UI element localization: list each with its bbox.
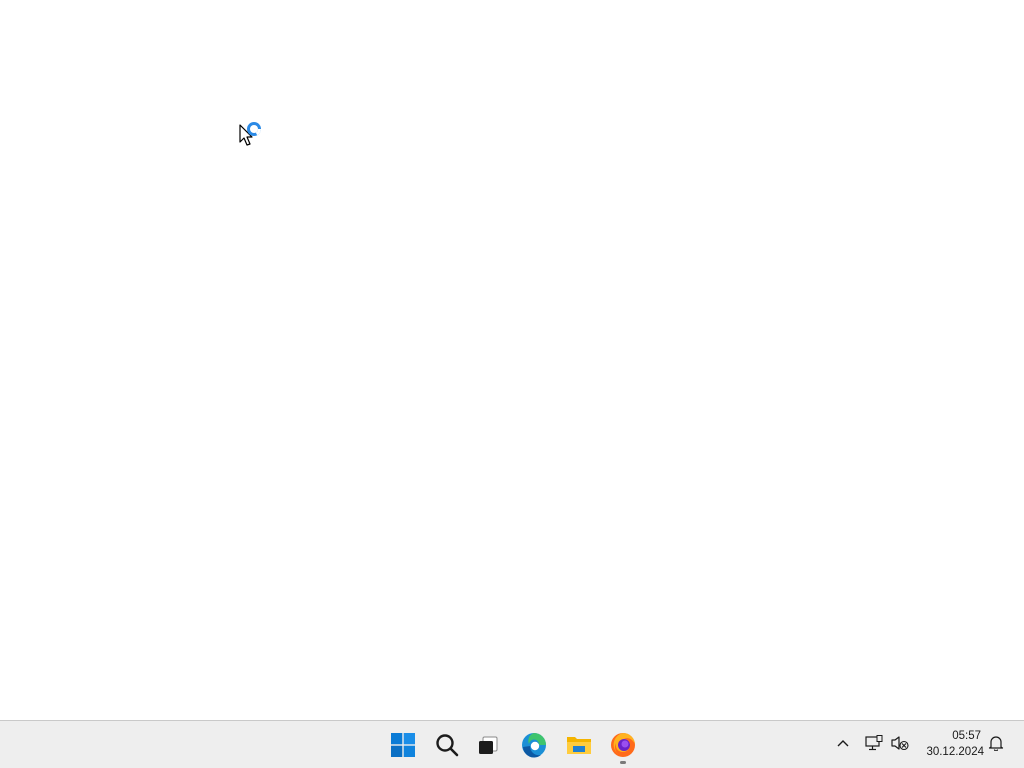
task-view-button[interactable]	[470, 727, 506, 763]
search-icon	[435, 733, 459, 757]
show-hidden-icons-button[interactable]	[832, 733, 854, 757]
bell-icon	[988, 735, 1004, 756]
desktop[interactable]	[0, 0, 1024, 720]
busy-pointer-icon	[238, 120, 266, 150]
taskbar	[0, 720, 1024, 768]
volume-button[interactable]	[889, 733, 911, 757]
start-button[interactable]	[385, 727, 421, 763]
network-icon	[865, 734, 883, 756]
network-button[interactable]	[863, 733, 885, 757]
clock-time: 05:57	[952, 730, 981, 742]
firefox-icon	[610, 732, 636, 758]
volume-muted-icon	[891, 735, 909, 756]
notifications-button[interactable]	[985, 733, 1007, 757]
windows-start-icon	[391, 733, 415, 757]
task-view-icon	[476, 733, 500, 757]
file-explorer-button[interactable]	[561, 727, 597, 763]
edge-button[interactable]	[516, 727, 552, 763]
clock-date: 30.12.2024	[926, 746, 984, 758]
taskbar-clock[interactable]: 05:57 30.12.2024	[918, 728, 984, 762]
folder-icon	[565, 733, 593, 757]
chevron-up-icon	[836, 736, 850, 755]
firefox-button[interactable]	[605, 727, 641, 764]
running-indicator	[620, 761, 626, 764]
search-button[interactable]	[429, 727, 465, 763]
edge-icon	[521, 732, 547, 758]
